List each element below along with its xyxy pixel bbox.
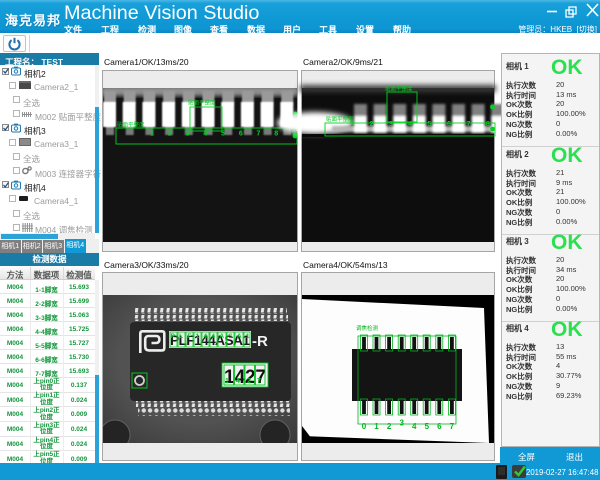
svg-text:贴面平整度: 贴面平整度	[385, 85, 413, 93]
svg-text:5: 5	[221, 131, 225, 138]
svg-text:1: 1	[150, 131, 154, 138]
svg-text:5: 5	[428, 121, 432, 128]
svg-text:8: 8	[274, 131, 278, 138]
svg-text:4: 4	[408, 121, 412, 128]
svg-text:8: 8	[486, 121, 490, 128]
svg-text:3: 3	[389, 121, 393, 128]
svg-text:7: 7	[466, 121, 470, 128]
svg-text:6: 6	[447, 121, 451, 128]
svg-text:1: 1	[350, 121, 354, 128]
svg-text:0: 0	[362, 422, 367, 431]
svg-text:7: 7	[450, 422, 455, 431]
svg-text:3: 3	[186, 131, 190, 138]
svg-text:-R: -R	[252, 333, 268, 350]
svg-text:7: 7	[257, 378, 261, 385]
svg-text:2: 2	[387, 422, 392, 431]
svg-text:1: 1	[374, 422, 379, 431]
svg-text:6: 6	[437, 422, 442, 431]
svg-text:4: 4	[236, 378, 240, 385]
svg-text:贴面平整度: 贴面平整度	[117, 121, 145, 129]
svg-text:2: 2	[247, 378, 251, 385]
svg-text:贴面平整度: 贴面平整度	[188, 99, 216, 107]
svg-text:4: 4	[203, 131, 207, 138]
svg-text:调焦检测: 调焦检测	[356, 324, 379, 332]
svg-text:2: 2	[168, 131, 172, 138]
svg-text:2: 2	[369, 121, 373, 128]
svg-text:3: 3	[399, 419, 404, 428]
svg-text:5: 5	[425, 422, 430, 431]
svg-text:1: 1	[225, 378, 229, 385]
svg-text:7: 7	[257, 131, 261, 138]
svg-text:6: 6	[239, 131, 243, 138]
svg-text:4: 4	[412, 422, 417, 431]
